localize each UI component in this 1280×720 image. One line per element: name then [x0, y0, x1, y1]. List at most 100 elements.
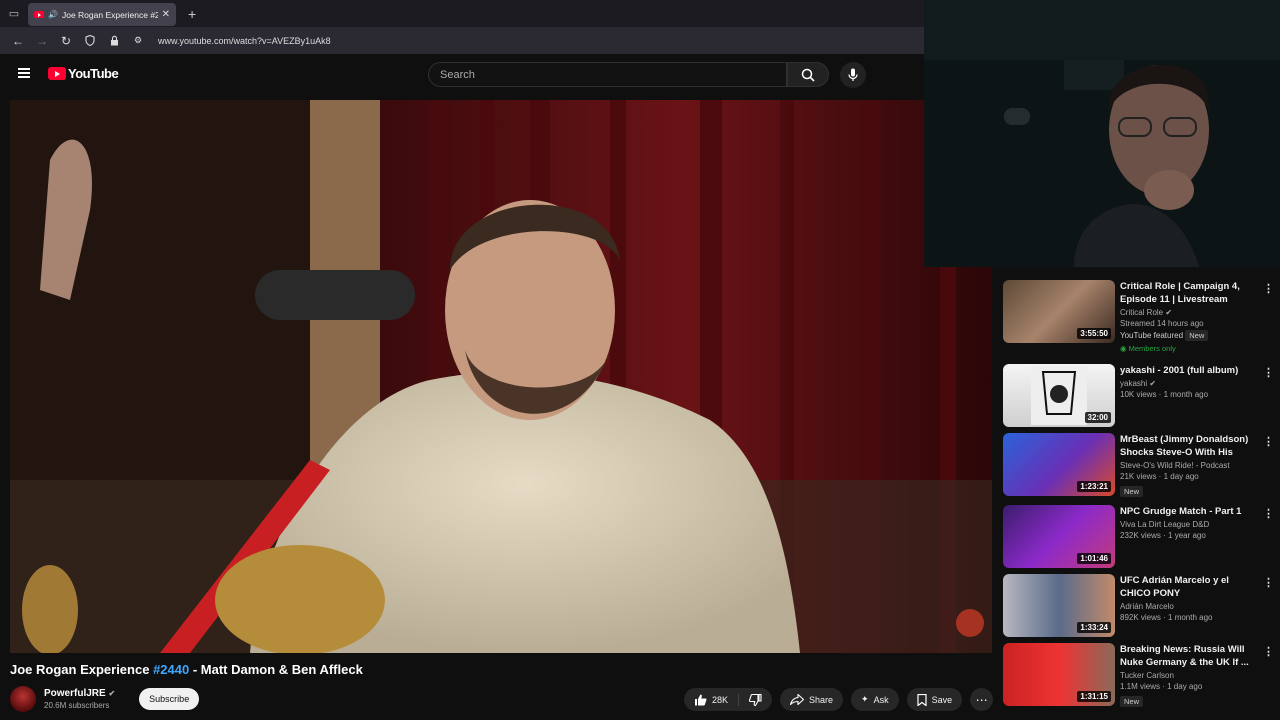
- video-meta: UFC Adrián Marcelo y el CHICO PONY Adriá…: [1120, 574, 1260, 622]
- video-thumbnail[interactable]: 1:23:21: [1003, 433, 1115, 496]
- video-meta: yakashi - 2001 (full album) yakashi ✔ 10…: [1120, 364, 1260, 399]
- video-title-suffix: - Matt Damon & Ben Affleck: [189, 662, 363, 677]
- youtube-play-icon: [48, 67, 66, 80]
- video-stats: Streamed 14 hours ago: [1120, 319, 1204, 328]
- episode-hashtag-link[interactable]: #2440: [153, 662, 189, 677]
- video-title: Joe Rogan Experience #2440 - Matt Damon …: [10, 662, 363, 677]
- video-duration: 32:00: [1084, 412, 1111, 423]
- video-title-link[interactable]: MrBeast (Jimmy Donaldson) Shocks Steve-O…: [1120, 433, 1260, 459]
- channel-avatar[interactable]: [10, 686, 36, 712]
- microphone-icon: [848, 68, 858, 81]
- new-badge: New: [1120, 486, 1144, 497]
- like-button[interactable]: 28K: [684, 693, 740, 706]
- ask-button[interactable]: ✦ Ask: [851, 688, 899, 711]
- channel-name-link[interactable]: Tucker Carlson: [1120, 671, 1260, 680]
- ask-label: Ask: [873, 694, 889, 705]
- voice-search-button[interactable]: [840, 62, 866, 88]
- video-stats: 1.1M views · 1 day ago: [1120, 682, 1203, 691]
- video-title-link[interactable]: UFC Adrián Marcelo y el CHICO PONY: [1120, 574, 1260, 600]
- more-actions-button[interactable]: ⋯: [970, 688, 994, 711]
- channel-info: PowerfulJRE ✔ 20.6M subscribers: [44, 688, 115, 710]
- channel-name-link[interactable]: Adrián Marcelo: [1120, 602, 1260, 611]
- featured-label: YouTube featured New: [1120, 330, 1260, 341]
- video-duration: 3:55:50: [1077, 328, 1111, 339]
- search-button[interactable]: [787, 62, 829, 87]
- video-meta: NPC Grudge Match - Part 1 Viva La Dirt L…: [1120, 505, 1260, 540]
- channel-name-link[interactable]: Critical Role ✔: [1120, 308, 1260, 317]
- share-button[interactable]: Share: [780, 688, 844, 711]
- bookmark-icon: [917, 693, 927, 706]
- more-options-icon[interactable]: ⋮: [1263, 645, 1274, 658]
- video-stats: 10K views · 1 month ago: [1120, 390, 1209, 399]
- forward-icon[interactable]: →: [32, 31, 52, 51]
- youtube-logo[interactable]: YouTube: [48, 66, 119, 81]
- reload-icon[interactable]: ↻: [56, 31, 76, 51]
- video-thumbnail[interactable]: 1:31:15: [1003, 643, 1115, 706]
- tab-title: Joe Rogan Experience #2440: [61, 9, 158, 20]
- sparkle-icon: ✦: [861, 694, 869, 704]
- share-icon: [790, 694, 805, 705]
- subscriber-count: 20.6M subscribers: [44, 701, 110, 710]
- channel-name-link[interactable]: yakashi ✔: [1120, 379, 1260, 388]
- video-thumbnail[interactable]: 32:00: [1003, 364, 1115, 427]
- channel-name-link[interactable]: Steve-O's Wild Ride! - Podcast: [1120, 461, 1260, 470]
- video-stats: 892K views · 1 month ago: [1120, 613, 1213, 622]
- members-only-badge: ◉ Members only: [1120, 344, 1176, 353]
- verified-icon: ✔: [1149, 379, 1157, 388]
- video-title-link[interactable]: Critical Role | Campaign 4, Episode 11 |…: [1120, 280, 1260, 306]
- more-options-icon[interactable]: ⋮: [1263, 576, 1274, 589]
- thumbs-down-icon: [749, 693, 762, 706]
- youtube-header: YouTube Search: [0, 54, 924, 94]
- shield-icon[interactable]: [80, 31, 100, 51]
- search-icon: [801, 68, 815, 82]
- browser-tab[interactable]: 🔊 Joe Rogan Experience #2440 ✕: [28, 3, 176, 26]
- lock-icon[interactable]: [104, 31, 124, 51]
- share-label: Share: [809, 694, 834, 705]
- like-dislike-group: 28K: [684, 688, 773, 711]
- subscribe-button[interactable]: Subscribe: [139, 688, 200, 710]
- more-options-icon[interactable]: ⋮: [1263, 435, 1274, 448]
- save-button[interactable]: Save: [906, 688, 963, 711]
- more-options-icon[interactable]: ⋮: [1263, 366, 1274, 379]
- video-player[interactable]: [10, 100, 992, 653]
- video-duration: 1:31:15: [1077, 691, 1111, 702]
- video-stats: 21K views · 1 day ago: [1120, 472, 1199, 481]
- like-count: 28K: [712, 694, 729, 705]
- video-title-link[interactable]: Breaking News: Russia Will Nuke Germany …: [1120, 643, 1260, 669]
- new-badge: New: [1120, 696, 1144, 707]
- search-input[interactable]: Search: [428, 62, 787, 87]
- dislike-button[interactable]: [739, 693, 772, 706]
- channel-name-link[interactable]: Viva La Dirt League D&D: [1120, 520, 1260, 529]
- video-meta: Breaking News: Russia Will Nuke Germany …: [1120, 643, 1260, 709]
- url-bar[interactable]: www.youtube.com/watch?v=AVEZBy1uAk8: [158, 36, 331, 46]
- more-options-icon[interactable]: ⋮: [1263, 507, 1274, 520]
- video-duration: 1:23:21: [1077, 481, 1111, 492]
- more-options-icon[interactable]: ⋮: [1263, 282, 1274, 295]
- video-thumbnail[interactable]: 1:33:24: [1003, 574, 1115, 637]
- new-tab-icon[interactable]: +: [188, 6, 196, 22]
- video-stats: 232K views · 1 year ago: [1120, 531, 1206, 540]
- channel-row: PowerfulJRE ✔ 20.6M subscribers Subscrib…: [10, 686, 200, 712]
- permissions-icon[interactable]: ⚙: [128, 31, 148, 51]
- audio-icon[interactable]: 🔊: [48, 10, 58, 19]
- video-thumbnail[interactable]: 3:55:50: [1003, 280, 1115, 343]
- back-icon[interactable]: ←: [8, 31, 28, 51]
- hamburger-menu-icon[interactable]: [18, 68, 30, 78]
- close-tab-icon[interactable]: ✕: [162, 9, 170, 20]
- video-title-prefix: Joe Rogan Experience: [10, 662, 154, 677]
- video-title-link[interactable]: NPC Grudge Match - Part 1: [1120, 505, 1260, 518]
- channel-name[interactable]: PowerfulJRE ✔: [44, 688, 115, 699]
- tab-list-icon[interactable]: ▭: [0, 0, 28, 27]
- webcam-feed: [924, 0, 1280, 267]
- browser-tab-bar: ▭ 🔊 Joe Rogan Experience #2440 ✕ +: [0, 0, 924, 27]
- verified-icon: ✔: [1165, 308, 1173, 317]
- members-icon: ◉: [1120, 344, 1127, 353]
- verified-icon: ✔: [108, 689, 116, 698]
- thumbs-up-icon: [695, 694, 707, 705]
- video-duration: 1:33:24: [1077, 622, 1111, 633]
- new-badge: New: [1185, 330, 1209, 341]
- logo-text: YouTube: [68, 66, 119, 81]
- video-actions: 28K Share ✦ Ask Save ⋯: [684, 688, 994, 711]
- video-thumbnail[interactable]: 1:01:46: [1003, 505, 1115, 568]
- video-title-link[interactable]: yakashi - 2001 (full album): [1120, 364, 1260, 377]
